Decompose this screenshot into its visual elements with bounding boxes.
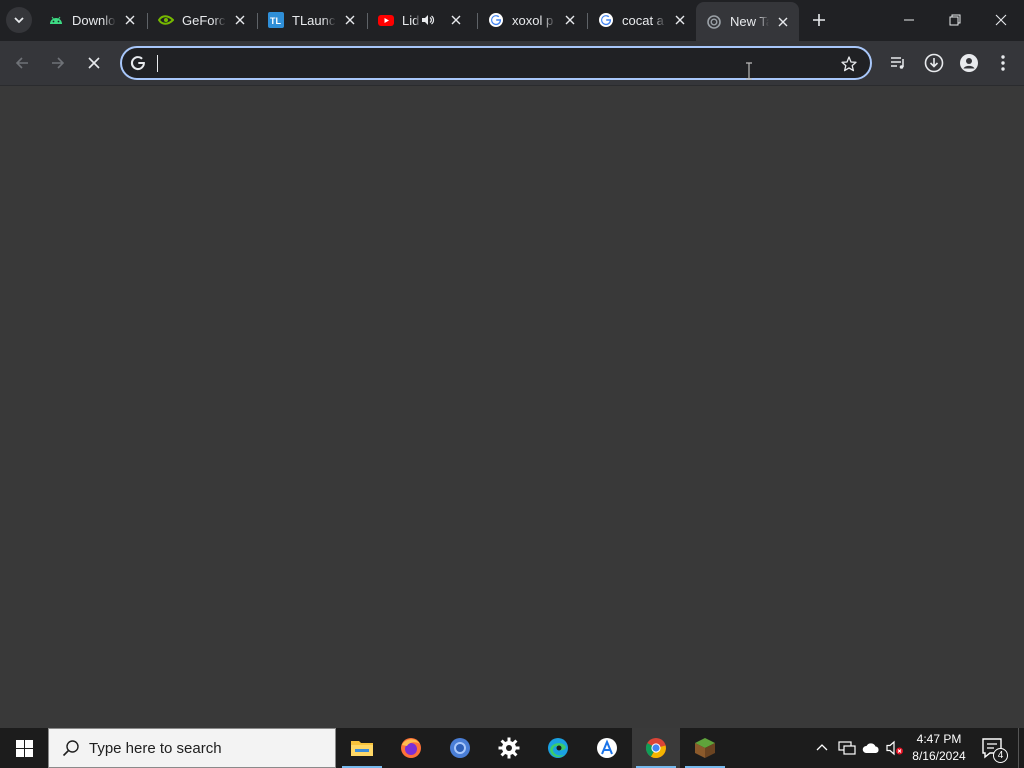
taskbar-app-store[interactable] bbox=[583, 728, 631, 768]
tab-geforce[interactable]: GeForce bbox=[148, 6, 256, 34]
android-icon bbox=[48, 12, 64, 28]
address-bar[interactable] bbox=[120, 46, 872, 80]
google-icon bbox=[130, 56, 145, 71]
nvidia-icon bbox=[158, 12, 174, 28]
tab-title: cocat a bbox=[622, 12, 664, 28]
close-icon bbox=[88, 57, 100, 69]
tlauncher-icon: TL bbox=[268, 12, 284, 28]
tab-title: New Tab bbox=[730, 14, 769, 29]
taskbar-firefox[interactable] bbox=[387, 728, 435, 768]
arrow-left-icon bbox=[15, 57, 28, 69]
plus-icon bbox=[813, 14, 825, 26]
tab-download[interactable]: Download bbox=[38, 6, 146, 34]
tab-search-button[interactable] bbox=[6, 7, 32, 33]
google-icon bbox=[488, 12, 504, 28]
profile-icon bbox=[960, 54, 978, 72]
tab-new-tab[interactable]: New Tab bbox=[696, 2, 799, 41]
profile-button[interactable] bbox=[954, 48, 984, 78]
cloud-icon bbox=[862, 743, 879, 753]
close-icon[interactable] bbox=[342, 12, 358, 28]
menu-button[interactable] bbox=[988, 48, 1018, 78]
svg-text:TL: TL bbox=[270, 16, 281, 26]
toolbar bbox=[0, 41, 1024, 86]
more-vert-icon bbox=[1001, 55, 1005, 71]
taskbar-settings[interactable] bbox=[485, 728, 533, 768]
text-cursor-icon bbox=[746, 62, 752, 80]
taskbar-search[interactable]: Type here to search bbox=[48, 728, 336, 768]
tray-volume[interactable] bbox=[885, 738, 905, 758]
close-icon[interactable] bbox=[122, 12, 138, 28]
forward-button[interactable] bbox=[43, 48, 73, 78]
tab-title: TLauncher bbox=[292, 12, 336, 28]
taskbar: Type here to search 4:47 PM 8/16/2024 4 bbox=[0, 728, 1024, 768]
close-icon[interactable] bbox=[562, 12, 578, 28]
tab-title: Lidl bbox=[402, 12, 420, 28]
taskbar-edge[interactable] bbox=[534, 728, 582, 768]
firefox-icon bbox=[401, 738, 421, 758]
chromium-icon bbox=[450, 738, 470, 758]
close-icon[interactable] bbox=[672, 12, 688, 28]
restore-icon bbox=[949, 14, 961, 26]
taskbar-minecraft[interactable] bbox=[681, 728, 729, 768]
speaker-muted-icon bbox=[886, 740, 903, 756]
restore-button[interactable] bbox=[932, 0, 978, 40]
close-window-button[interactable] bbox=[978, 0, 1024, 40]
app-store-icon bbox=[597, 738, 617, 758]
minimize-icon bbox=[904, 19, 914, 21]
downloads-button[interactable] bbox=[919, 48, 949, 78]
text-caret bbox=[157, 55, 158, 72]
edge-icon bbox=[548, 738, 568, 758]
minimize-button[interactable] bbox=[886, 0, 932, 40]
playlist-icon bbox=[891, 57, 904, 69]
media-controls-button[interactable] bbox=[883, 48, 913, 78]
minecraft-icon bbox=[695, 738, 715, 758]
chrome-icon bbox=[645, 738, 666, 758]
tab-lidl[interactable]: Lidl bbox=[368, 6, 476, 34]
taskbar-clock[interactable]: 4:47 PM 8/16/2024 bbox=[906, 731, 972, 765]
taskbar-chrome[interactable] bbox=[632, 728, 680, 768]
settings-icon bbox=[498, 737, 520, 759]
taskbar-file-explorer[interactable] bbox=[338, 728, 386, 768]
tab-xoxol[interactable]: xoxol p bbox=[478, 6, 586, 34]
tab-tlauncher[interactable]: TL TLauncher bbox=[258, 6, 366, 34]
clock-date: 8/16/2024 bbox=[912, 749, 966, 763]
close-icon[interactable] bbox=[448, 12, 464, 28]
notification-count-badge: 4 bbox=[993, 748, 1008, 763]
youtube-icon bbox=[378, 12, 394, 28]
file-explorer-icon bbox=[351, 741, 373, 756]
tray-onedrive[interactable] bbox=[861, 738, 881, 758]
close-icon[interactable] bbox=[232, 12, 248, 28]
stop-loading-button[interactable] bbox=[79, 48, 109, 78]
taskbar-chromium[interactable] bbox=[436, 728, 484, 768]
arrow-right-icon bbox=[52, 57, 65, 69]
tab-title: Download bbox=[72, 12, 116, 28]
start-button[interactable] bbox=[0, 728, 48, 768]
speaker-icon[interactable] bbox=[420, 12, 436, 28]
chevron-down-icon bbox=[14, 17, 24, 24]
tab-title: xoxol p bbox=[512, 12, 554, 28]
network-icon bbox=[838, 741, 856, 755]
tab-strip: Download GeForce TL TLauncher Lidl bbox=[0, 0, 1024, 41]
search-placeholder: Type here to search bbox=[89, 739, 222, 757]
new-tab-button[interactable] bbox=[806, 7, 832, 33]
star-icon[interactable] bbox=[840, 55, 858, 73]
address-input[interactable] bbox=[156, 53, 836, 75]
tab-cocat[interactable]: cocat a bbox=[588, 6, 696, 34]
google-icon bbox=[598, 12, 614, 28]
loading-icon bbox=[706, 14, 722, 30]
tray-network[interactable] bbox=[837, 738, 857, 758]
search-icon bbox=[62, 740, 79, 757]
chevron-up-icon bbox=[816, 744, 828, 751]
clock-time: 4:47 PM bbox=[916, 732, 962, 746]
tab-title: GeForce bbox=[182, 12, 226, 28]
page-content bbox=[0, 86, 1024, 728]
close-icon[interactable] bbox=[775, 14, 791, 30]
show-hidden-icons-button[interactable] bbox=[812, 738, 832, 758]
windows-icon bbox=[15, 739, 33, 757]
back-button[interactable] bbox=[7, 48, 37, 78]
show-desktop-button[interactable] bbox=[1018, 728, 1024, 768]
download-icon bbox=[924, 53, 944, 73]
close-icon bbox=[995, 14, 1007, 26]
